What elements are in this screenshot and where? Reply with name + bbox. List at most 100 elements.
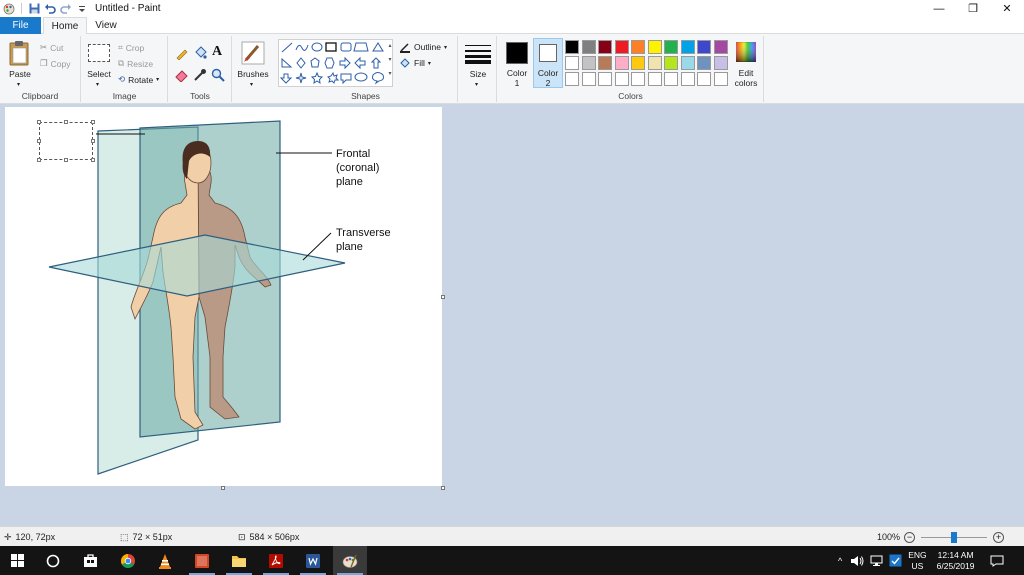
- outline-label: Outline: [414, 42, 441, 52]
- zoom-slider[interactable]: [921, 531, 988, 543]
- canvas-resize-handle-corner[interactable]: [441, 486, 445, 490]
- brushes-button[interactable]: Brushes ▾: [235, 38, 271, 88]
- redo-icon[interactable]: [59, 2, 73, 16]
- selection-handle[interactable]: [37, 158, 41, 162]
- palette-swatch[interactable]: [680, 56, 695, 70]
- palette-swatch[interactable]: [697, 40, 711, 54]
- palette-swatch[interactable]: [713, 56, 728, 70]
- paste-button[interactable]: Paste ▾: [5, 38, 35, 88]
- paint-app-icon[interactable]: [2, 2, 16, 16]
- palette-swatch[interactable]: [631, 72, 645, 86]
- palette-swatch[interactable]: [647, 56, 662, 70]
- canvas-resize-handle-right[interactable]: [441, 295, 445, 299]
- selection-handle[interactable]: [64, 120, 68, 124]
- workspace[interactable]: Frontal (coronal) plane Transverse plane: [0, 104, 1024, 526]
- color-picker-icon[interactable]: [193, 68, 207, 82]
- close-button[interactable]: ✕: [990, 0, 1024, 17]
- tab-home[interactable]: Home: [43, 17, 87, 35]
- shapes-gallery[interactable]: [278, 39, 393, 87]
- palette-swatch[interactable]: [713, 40, 728, 54]
- powerpoint-app[interactable]: [185, 546, 219, 575]
- network-icon[interactable]: [870, 555, 883, 567]
- palette-swatch[interactable]: [565, 56, 579, 70]
- undo-icon[interactable]: [43, 2, 57, 16]
- palette-swatch[interactable]: [614, 40, 629, 54]
- show-hidden-icons-icon[interactable]: ^: [838, 556, 842, 566]
- palette-swatch[interactable]: [664, 72, 678, 86]
- acrobat-app[interactable]: [259, 546, 293, 575]
- selection-handle[interactable]: [91, 139, 95, 143]
- status-bar: ✛ 120, 72px ⬚ 72 × 51px ⊡ 584 × 506px 10…: [0, 526, 1024, 546]
- fill-bucket-icon[interactable]: [193, 46, 207, 60]
- app-tray-icon[interactable]: [889, 554, 902, 567]
- canvas-resize-handle-bottom[interactable]: [221, 486, 225, 490]
- save-icon[interactable]: [27, 2, 41, 16]
- shapes-scroll[interactable]: ▴ ▾ ▾: [386, 39, 394, 87]
- crop-button[interactable]: ⌗ Crop: [118, 42, 144, 53]
- fill-button[interactable]: Fill ▾: [399, 57, 431, 69]
- palette-swatch[interactable]: [664, 40, 678, 54]
- palette-swatch[interactable]: [697, 56, 711, 70]
- palette-swatch[interactable]: [664, 56, 678, 70]
- palette-swatch[interactable]: [631, 40, 645, 54]
- action-center-icon[interactable]: [990, 555, 1004, 567]
- palette-swatch[interactable]: [680, 40, 695, 54]
- palette-swatch[interactable]: [614, 56, 629, 70]
- pencil-icon[interactable]: [175, 46, 189, 60]
- clock[interactable]: 12:14 AM 6/25/2019: [937, 550, 975, 572]
- drawing-canvas[interactable]: Frontal (coronal) plane Transverse plane: [5, 107, 442, 486]
- selection-handle[interactable]: [91, 120, 95, 124]
- palette-swatch[interactable]: [598, 40, 612, 54]
- paint-app[interactable]: [333, 546, 367, 575]
- palette-swatch[interactable]: [697, 72, 711, 86]
- palette-swatch[interactable]: [598, 56, 612, 70]
- zoom-in-button[interactable]: +: [993, 531, 1005, 543]
- selection-rectangle[interactable]: [39, 122, 93, 160]
- selection-handle[interactable]: [91, 158, 95, 162]
- palette-swatch[interactable]: [598, 72, 612, 86]
- tab-file[interactable]: File: [0, 17, 41, 34]
- cut-button[interactable]: ✂ Cut: [40, 42, 63, 53]
- selection-handle[interactable]: [64, 158, 68, 162]
- volume-icon[interactable]: [850, 555, 864, 567]
- rotate-button[interactable]: ⟲ Rotate ▾: [118, 74, 159, 85]
- file-explorer-app[interactable]: [222, 546, 256, 575]
- color1-button[interactable]: Color 1: [502, 38, 532, 88]
- outline-button[interactable]: Outline ▾: [399, 41, 447, 53]
- select-button[interactable]: Select ▾: [84, 38, 114, 88]
- chrome-app[interactable]: [111, 546, 145, 575]
- eraser-icon[interactable]: [175, 68, 189, 82]
- store-app[interactable]: [73, 546, 107, 575]
- customize-qat-icon[interactable]: [75, 2, 89, 16]
- palette-swatch[interactable]: [713, 72, 728, 86]
- minimize-button[interactable]: —: [922, 0, 956, 17]
- palette-swatch[interactable]: [581, 72, 596, 86]
- palette-swatch[interactable]: [647, 40, 662, 54]
- palette-swatch[interactable]: [680, 72, 695, 86]
- edit-colors-button[interactable]: Edit colors: [731, 38, 761, 88]
- size-button[interactable]: Size ▾: [461, 38, 495, 88]
- selection-handle[interactable]: [37, 139, 41, 143]
- color2-button[interactable]: Color 2: [533, 38, 563, 88]
- language-indicator[interactable]: ENG US: [908, 550, 926, 572]
- restore-button[interactable]: ❐: [956, 0, 990, 17]
- start-button[interactable]: [0, 546, 34, 575]
- palette-swatch[interactable]: [565, 72, 579, 86]
- palette-swatch[interactable]: [565, 40, 579, 54]
- zoom-out-button[interactable]: −: [904, 531, 916, 543]
- copy-button[interactable]: ❐ Copy: [40, 58, 70, 69]
- word-app[interactable]: [296, 546, 330, 575]
- search-button[interactable]: [36, 546, 70, 575]
- palette-swatch[interactable]: [614, 72, 629, 86]
- tab-view[interactable]: View: [88, 17, 124, 34]
- palette-swatch[interactable]: [581, 56, 596, 70]
- selection-handle[interactable]: [37, 120, 41, 124]
- palette-swatch[interactable]: [647, 72, 662, 86]
- vlc-app[interactable]: [148, 546, 182, 575]
- text-tool-icon[interactable]: A: [212, 44, 222, 60]
- magnifier-icon[interactable]: [211, 68, 225, 82]
- palette-swatch[interactable]: [631, 56, 645, 70]
- zoom-slider-thumb[interactable]: [951, 531, 958, 543]
- resize-button[interactable]: ⧉ Resize: [118, 58, 153, 69]
- palette-swatch[interactable]: [581, 40, 596, 54]
